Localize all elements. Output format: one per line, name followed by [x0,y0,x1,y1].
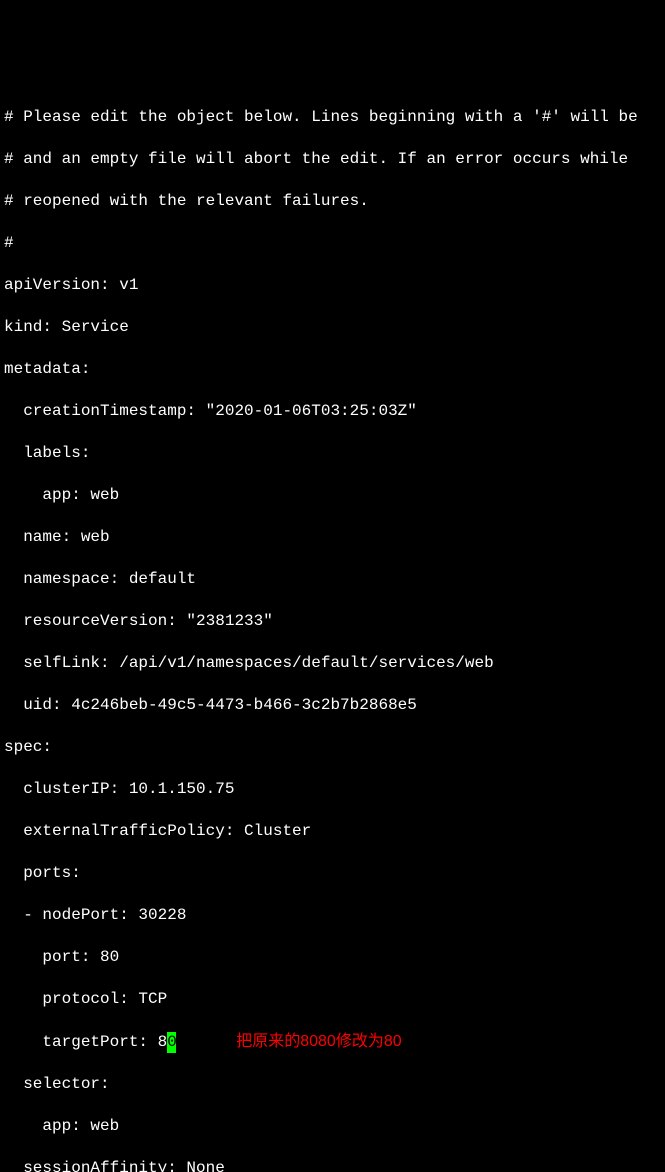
yaml-line: selfLink: /api/v1/namespaces/default/ser… [4,653,661,674]
yaml-line: - nodePort: 30228 [4,905,661,926]
yaml-line: apiVersion: v1 [4,275,661,296]
yaml-line: sessionAffinity: None [4,1158,661,1172]
yaml-line: kind: Service [4,317,661,338]
comment-line: # reopened with the relevant failures. [4,191,661,212]
comment-line: # [4,233,661,254]
yaml-line: protocol: TCP [4,989,661,1010]
comment-line: # and an empty file will abort the edit.… [4,149,661,170]
yaml-line: clusterIP: 10.1.150.75 [4,779,661,800]
yaml-line: externalTrafficPolicy: Cluster [4,821,661,842]
yaml-line: namespace: default [4,569,661,590]
comment-line: # Please edit the object below. Lines be… [4,107,661,128]
terminal-editor[interactable]: # Please edit the object below. Lines be… [4,86,661,1172]
cursor-icon: 0 [167,1032,176,1053]
yaml-line: uid: 4c246beb-49c5-4473-b466-3c2b7b2868e… [4,695,661,716]
yaml-line: resourceVersion: "2381233" [4,611,661,632]
yaml-line: ports: [4,863,661,884]
yaml-line-cursor: targetPort: 80 把原来的8080修改为80 [4,1031,661,1053]
yaml-line: name: web [4,527,661,548]
yaml-line: metadata: [4,359,661,380]
annotation-text: 把原来的8080修改为80 [236,1033,401,1050]
yaml-line: app: web [4,1116,661,1137]
yaml-line: selector: [4,1074,661,1095]
yaml-line: creationTimestamp: "2020-01-06T03:25:03Z… [4,401,661,422]
yaml-line: port: 80 [4,947,661,968]
yaml-line: spec: [4,737,661,758]
yaml-line: labels: [4,443,661,464]
targetport-prefix: targetPort: 8 [4,1033,167,1051]
yaml-line: app: web [4,485,661,506]
